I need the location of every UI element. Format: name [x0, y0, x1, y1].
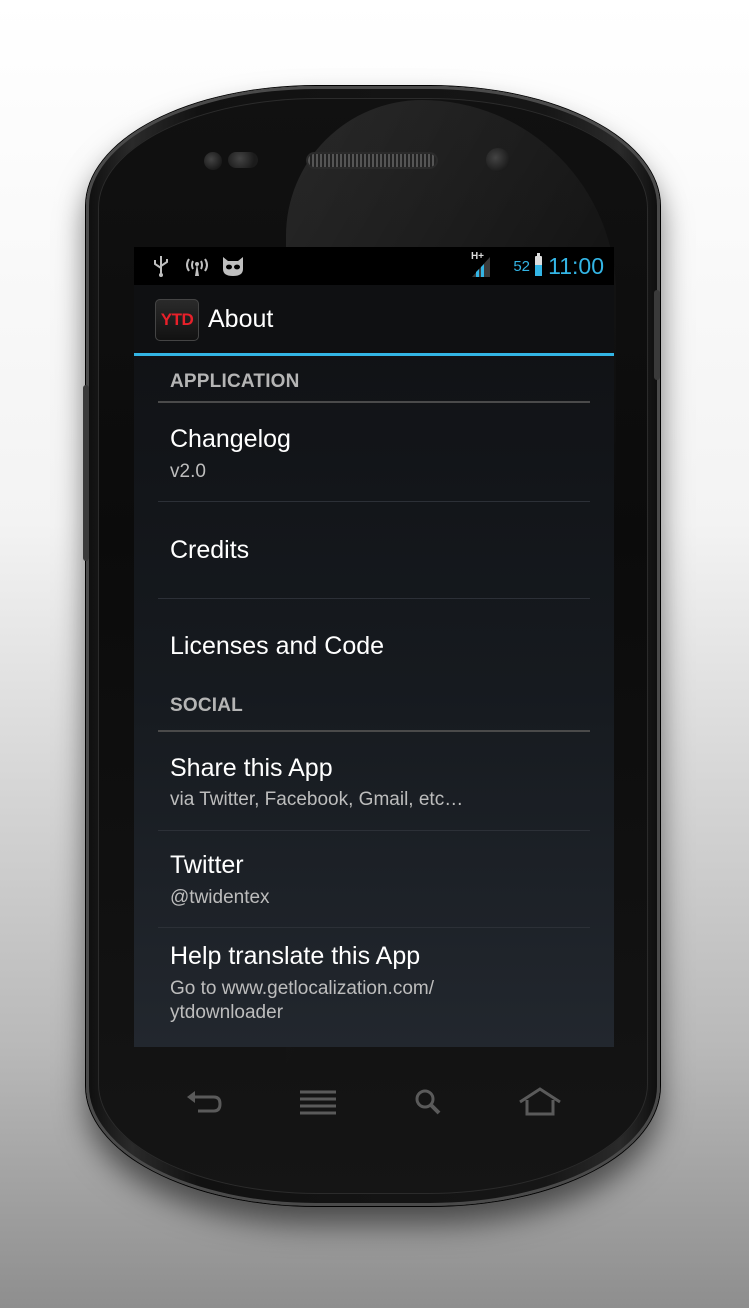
status-bar: H+ 52 11:00 [134, 247, 614, 285]
proximity-sensor [204, 152, 222, 170]
pref-title: Licenses and Code [170, 632, 385, 660]
pref-summary: via Twitter, Facebook, Gmail, etc… [170, 789, 464, 810]
pref-title: Credits [170, 536, 250, 564]
usb-icon [152, 255, 170, 282]
pref-summary: v2.0 [170, 461, 206, 482]
pref-share-app[interactable]: Share this App via Twitter, Facebook, Gm… [158, 732, 590, 831]
pref-summary: ytdownloader [170, 1002, 284, 1023]
search-icon [415, 1089, 441, 1115]
battery-icon [535, 253, 542, 276]
pref-title: Twitter [170, 851, 244, 879]
power-button[interactable] [654, 290, 660, 380]
section-header-social: SOCIAL [158, 692, 590, 732]
cyanogen-icon [220, 255, 246, 282]
screen: H+ 52 11:00 YTD About APPLICATION Change… [134, 247, 614, 1047]
pref-changelog[interactable]: Changelog v2.0 [158, 403, 590, 502]
home-button[interactable] [518, 1084, 562, 1120]
home-icon [519, 1087, 561, 1116]
section-header-application: APPLICATION [158, 356, 590, 403]
pref-help-translate[interactable]: Help translate this App Go to www.getloc… [158, 928, 590, 1038]
front-camera [486, 148, 510, 172]
earpiece-speaker [308, 154, 436, 167]
search-button[interactable] [406, 1084, 450, 1120]
navigation-bar [134, 1070, 614, 1132]
page-title: About [208, 305, 274, 333]
pref-title: Share this App [170, 754, 333, 782]
pref-licenses[interactable]: Licenses and Code [158, 599, 590, 692]
pref-title: Help translate this App [170, 942, 421, 970]
pref-summary: @twidentex [170, 887, 270, 908]
signal-icon [470, 255, 492, 277]
pref-summary: Go to www.getlocalization.com/ [170, 978, 435, 999]
battery-percent: 52 [513, 258, 530, 275]
preferences-list: APPLICATION Changelog v2.0 Credits Licen… [158, 356, 590, 1038]
pref-twitter[interactable]: Twitter @twidentex [158, 831, 590, 928]
light-sensor [228, 152, 258, 168]
action-bar: YTD About [134, 285, 614, 356]
app-logo[interactable]: YTD [155, 299, 199, 341]
status-clock: 11:00 [548, 253, 604, 279]
recent-apps-button[interactable] [296, 1084, 340, 1120]
pref-title: Changelog [170, 425, 291, 453]
back-button[interactable] [182, 1084, 226, 1120]
pref-credits[interactable]: Credits [158, 502, 590, 599]
hotspot-icon [184, 255, 210, 282]
back-icon [187, 1091, 222, 1113]
volume-button[interactable] [83, 385, 89, 561]
recent-apps-icon [300, 1090, 336, 1115]
